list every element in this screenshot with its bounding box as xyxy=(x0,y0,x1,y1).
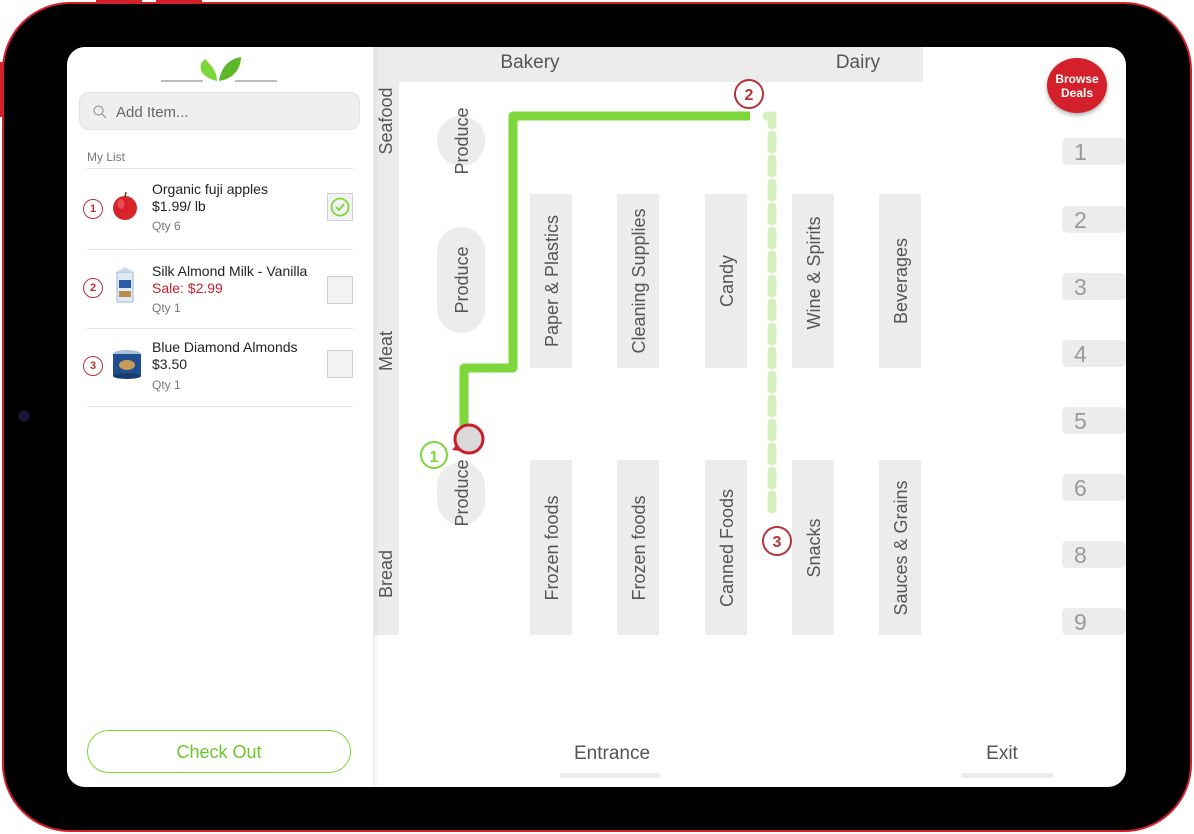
aisle-label: Cleaning Supplies xyxy=(629,208,649,353)
item-name: Silk Almond Milk - Vanilla xyxy=(152,263,308,279)
item-name: Blue Diamond Almonds xyxy=(152,339,298,355)
aisle-number-tab[interactable] xyxy=(1062,273,1126,300)
produce-label: Produce xyxy=(452,107,472,174)
aisle-number: 3 xyxy=(1074,274,1087,300)
produce-label: Produce xyxy=(452,246,472,313)
camera-icon xyxy=(19,411,29,421)
add-item-search[interactable] xyxy=(79,92,360,130)
exit-label[interactable]: Exit xyxy=(986,743,1018,764)
browse-deals-button[interactable]: Browse Deals xyxy=(1047,58,1107,113)
aisle-number-tab[interactable] xyxy=(1062,340,1126,367)
almond-can-image xyxy=(113,350,141,379)
frame-accent xyxy=(0,62,3,117)
item-price: $1.99/ lb xyxy=(152,198,206,214)
list-item[interactable]: 2 Silk Almond Milk - Vanilla Sale: $2.99… xyxy=(83,250,353,329)
item-price: $3.50 xyxy=(152,356,188,372)
add-item-input[interactable] xyxy=(114,99,348,125)
current-location-marker xyxy=(453,423,485,455)
aisle-number: 8 xyxy=(1074,542,1087,568)
route-pending xyxy=(762,111,777,523)
produce-label: Produce xyxy=(452,459,472,526)
route-stop-number: 1 xyxy=(430,449,439,466)
aisle-label: Sauces & Grains xyxy=(891,480,911,615)
almond-milk-image xyxy=(116,267,134,303)
divider xyxy=(87,168,353,169)
checkmark-circle-icon xyxy=(330,197,350,217)
route-stop-number: 3 xyxy=(773,534,782,551)
check-out-button[interactable]: Check Out xyxy=(87,730,351,773)
aisle-number: 5 xyxy=(1074,408,1087,434)
section-bread[interactable]: Bread xyxy=(376,550,396,598)
aisle-number: 2 xyxy=(1074,207,1087,233)
item-checkbox[interactable] xyxy=(327,193,353,221)
aisle-number: 6 xyxy=(1074,475,1087,501)
aisle-number-tab[interactable] xyxy=(1062,206,1126,233)
tablet-device: My List 1 Organic fuji apples $1.99/ lb … xyxy=(0,0,1194,834)
aisle-number-tab[interactable] xyxy=(1062,608,1126,635)
app-screen: My List 1 Organic fuji apples $1.99/ lb … xyxy=(67,47,1126,787)
aisle-label: Wine & Spirits xyxy=(804,216,824,329)
aisle-label: Snacks xyxy=(804,518,824,577)
item-quantity: Qty 6 xyxy=(152,219,181,233)
route-stop-number: 2 xyxy=(745,87,754,104)
aisle-label: Canned Foods xyxy=(717,489,737,607)
item-checkbox[interactable] xyxy=(327,276,353,304)
section-seafood[interactable]: Seafood xyxy=(376,87,396,154)
entrance-label[interactable]: Entrance xyxy=(574,743,650,764)
item-name: Organic fuji apples xyxy=(152,181,268,197)
list-item[interactable]: 3 Blue Diamond Almonds $3.50 Qty 1 xyxy=(83,328,353,407)
aisle-number: 9 xyxy=(1074,609,1087,635)
leaf-logo-icon xyxy=(161,57,277,82)
stop-number-badge: 1 xyxy=(83,199,103,219)
browse-deals-line: Deals xyxy=(1060,86,1094,100)
aisle-number-tab[interactable] xyxy=(1062,474,1126,501)
aisle-number-tab[interactable] xyxy=(1062,407,1126,434)
item-quantity: Qty 1 xyxy=(152,301,181,315)
aisle-number-tab[interactable] xyxy=(1062,138,1126,165)
section-dairy[interactable]: Dairy xyxy=(836,52,881,73)
aisle-label: Frozen foods xyxy=(629,495,649,600)
exit-marker xyxy=(961,773,1053,778)
aisle-number: 4 xyxy=(1074,341,1087,367)
item-checkbox[interactable] xyxy=(327,350,353,378)
item-quantity: Qty 1 xyxy=(152,378,181,392)
stop-number-badge: 3 xyxy=(83,356,103,376)
shopping-list-panel: My List 1 Organic fuji apples $1.99/ lb … xyxy=(67,47,374,787)
section-bakery[interactable]: Bakery xyxy=(500,52,560,73)
list-item[interactable]: 1 Organic fuji apples $1.99/ lb Qty 6 xyxy=(83,171,353,250)
browse-deals-line: Browse xyxy=(1055,72,1099,86)
search-icon xyxy=(93,105,107,119)
aisle-label: Beverages xyxy=(891,238,911,324)
aisle-number-tab[interactable] xyxy=(1062,541,1126,568)
store-map: Bakery Dairy Seafood Meat Bread Produce … xyxy=(372,47,1126,778)
section-meat[interactable]: Meat xyxy=(376,331,396,371)
entrance-marker xyxy=(560,773,660,778)
aisle-label: Candy xyxy=(717,255,737,307)
apple-image xyxy=(113,191,137,220)
aisle-label: Paper & Plastics xyxy=(542,215,562,347)
my-list-heading: My List xyxy=(87,150,126,164)
stop-number-badge: 2 xyxy=(83,278,103,298)
item-sale-price: Sale: $2.99 xyxy=(152,280,223,296)
aisle-number: 1 xyxy=(1074,139,1087,165)
aisle-label: Frozen foods xyxy=(542,495,562,600)
